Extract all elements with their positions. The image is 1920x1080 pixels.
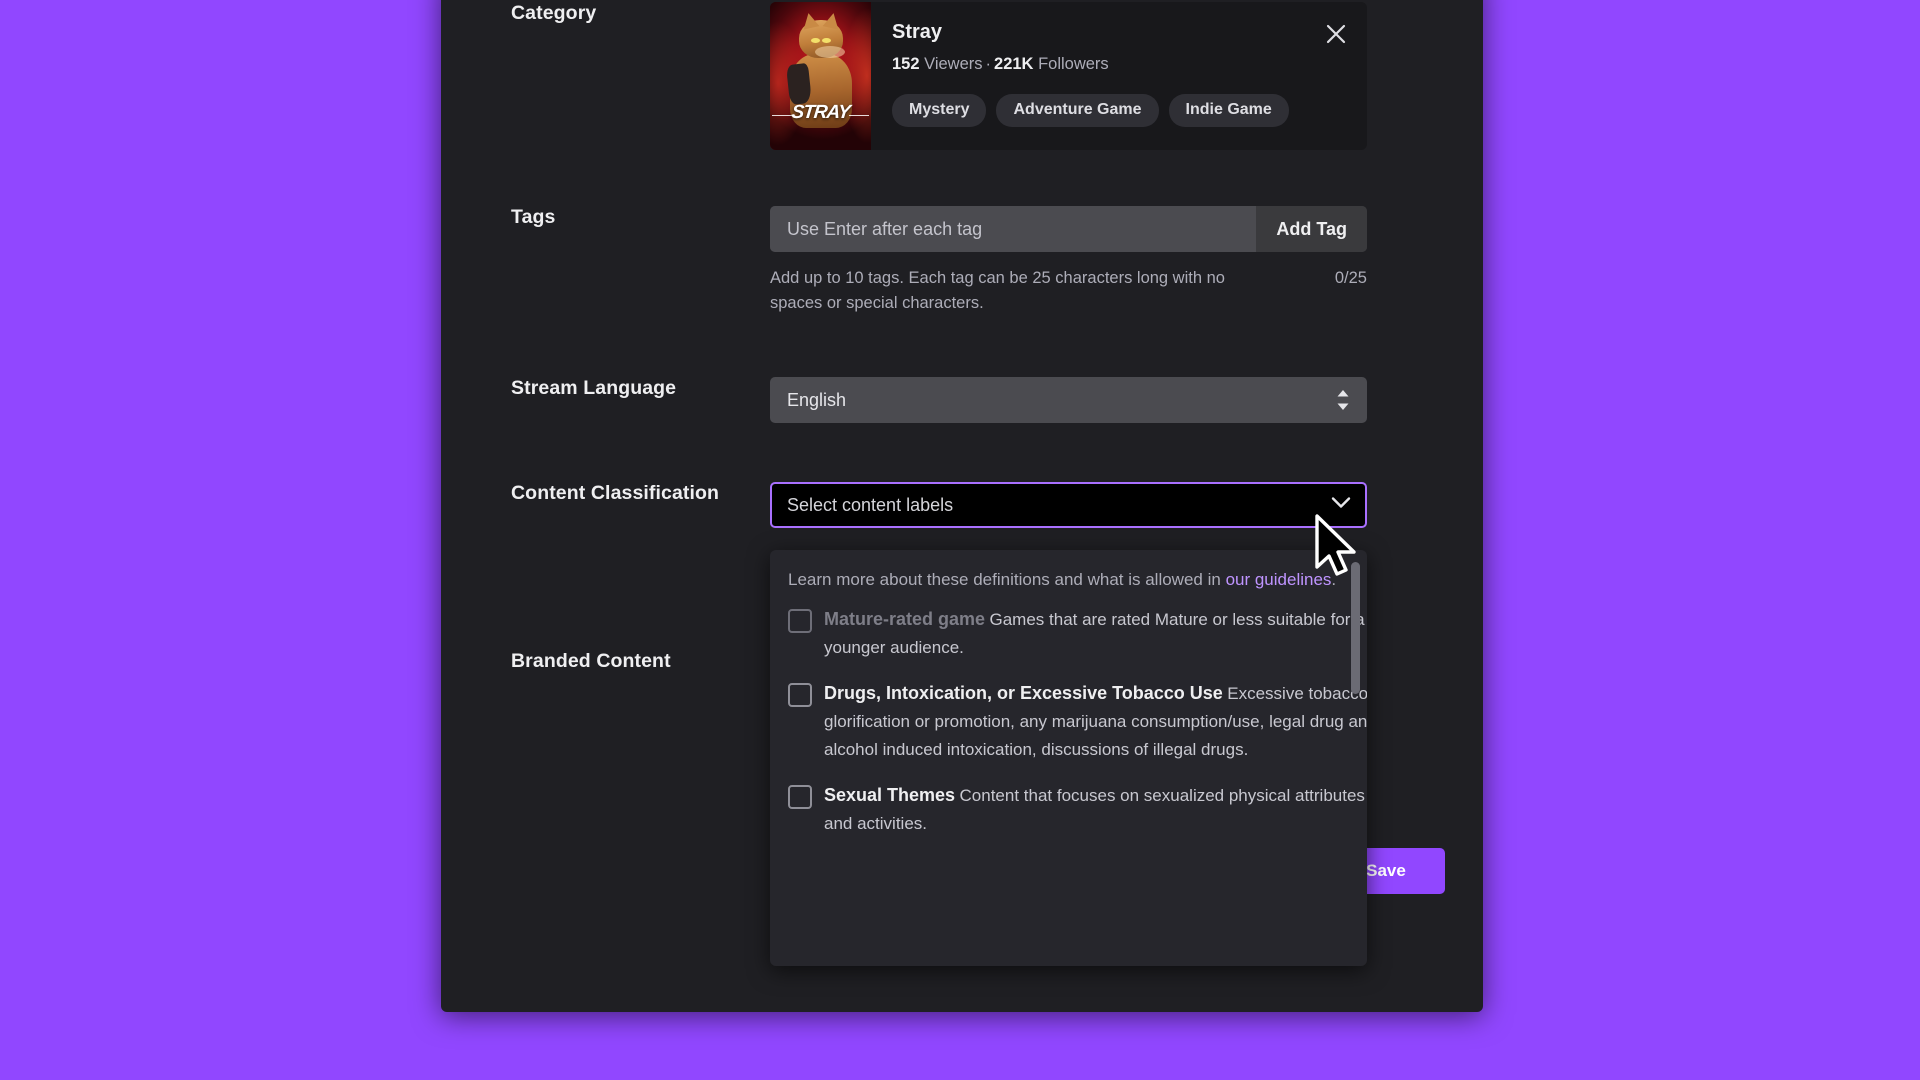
category-tag[interactable]: Adventure Game (996, 94, 1159, 127)
category-stats: 152 Viewers · 221K Followers (892, 54, 1345, 74)
stream-language-value: English (787, 389, 847, 410)
checkbox-drugs-intoxication[interactable] (788, 683, 812, 707)
label-title: Mature-rated game (824, 609, 986, 629)
up-down-stepper-icon (1336, 389, 1350, 411)
tags-helper-text: Add up to 10 tags. Each tag can be 25 ch… (770, 269, 1225, 312)
chevron-down-icon (1331, 496, 1351, 514)
label-title: Sexual Themes (824, 785, 956, 805)
content-classification-select[interactable]: Select content labels (770, 482, 1367, 528)
tags-helper-row: Add up to 10 tags. Each tag can be 25 ch… (770, 266, 1367, 316)
list-item[interactable]: Drugs, Intoxication, or Excessive Tobacc… (788, 680, 1367, 764)
label-title: Drugs, Intoxication, or Excessive Tobacc… (824, 683, 1223, 703)
category-tag[interactable]: Indie Game (1168, 94, 1289, 127)
dropdown-note-prefix: Learn more about these definitions and w… (788, 570, 1226, 589)
tags-label: Tags (511, 206, 556, 228)
category-boxart-image: STRAY (770, 2, 871, 150)
branded-content-label: Branded Content (511, 650, 671, 672)
dropdown-note-suffix: . (1331, 570, 1337, 589)
category-name: Stray (892, 21, 943, 43)
dropdown-scrollbar-thumb[interactable] (1351, 562, 1360, 694)
dropdown-guidelines-note: Learn more about these definitions and w… (788, 568, 1367, 592)
label-text: Mature-rated game Games that are rated M… (824, 606, 1367, 662)
tags-field: Add Tag Add up to 10 tags. Each tag can … (770, 206, 1367, 316)
follower-word: Followers (1038, 55, 1109, 73)
checkbox-sexual-themes[interactable] (788, 785, 812, 809)
close-icon[interactable] (1321, 19, 1351, 49)
category-card[interactable]: STRAY Stray 152 Viewers · 221K Followers M… (770, 2, 1367, 150)
category-field: STRAY Stray 152 Viewers · 221K Followers M… (770, 2, 1367, 150)
content-classification-placeholder: Select content labels (787, 494, 954, 515)
label-text: Drugs, Intoxication, or Excessive Tobacc… (824, 680, 1367, 764)
list-item[interactable]: Sexual Themes Content that focuses on se… (788, 782, 1367, 838)
category-tag[interactable]: Mystery (892, 94, 987, 127)
stream-language-field: English (770, 377, 1367, 423)
guidelines-link[interactable]: our guidelines (1226, 570, 1332, 589)
content-classification-label: Content Classification (511, 482, 720, 504)
category-info: Stray 152 Viewers · 221K Followers Mystery… (871, 2, 1367, 150)
list-item[interactable]: Mature-rated game Games that are rated M… (788, 606, 1367, 662)
add-tag-button[interactable]: Add Tag (1256, 206, 1367, 252)
tag-input[interactable] (770, 206, 1257, 252)
follower-count: 221K (994, 55, 1034, 73)
stream-language-label: Stream Language (511, 377, 677, 399)
label-text: Sexual Themes Content that focuses on se… (824, 782, 1367, 838)
dropdown-scroll-region: Learn more about these definitions and w… (770, 550, 1367, 966)
viewer-word: Viewers (924, 55, 983, 73)
content-classification-dropdown: Learn more about these definitions and w… (770, 550, 1367, 966)
content-classification-field: Select content labels (770, 482, 1367, 528)
checkbox-mature-rated-game[interactable] (788, 609, 812, 633)
viewer-count: 152 (892, 55, 920, 73)
stat-separator: · (985, 55, 992, 73)
tags-input-group: Add Tag (770, 206, 1367, 252)
tags-character-counter: 0/25 (1334, 269, 1367, 287)
boxart-title: STRAY (790, 102, 851, 123)
category-tag-list: Mystery Adventure Game Indie Game (892, 94, 1289, 127)
stream-language-select[interactable]: English (770, 377, 1367, 423)
stream-info-modal: Category STRAY Stray 152 Viewers · 221K … (441, 0, 1483, 1012)
dropdown-scrollbar[interactable] (1351, 562, 1360, 954)
category-label: Category (511, 2, 597, 24)
